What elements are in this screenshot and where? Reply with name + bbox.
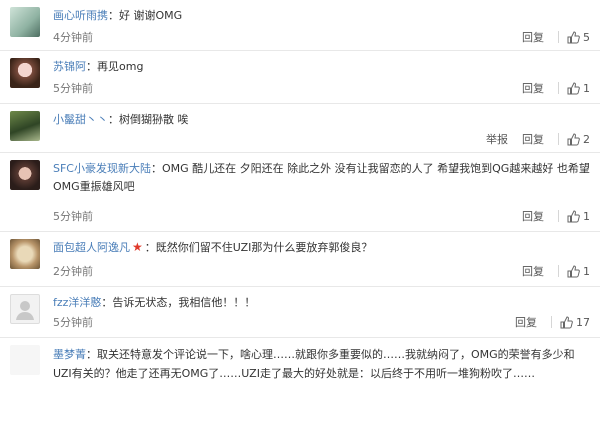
- colon: ：: [101, 296, 113, 309]
- comment-actions: 回复 1: [522, 263, 590, 279]
- timestamp: 5分钟前: [53, 210, 93, 223]
- colon: ：: [108, 113, 119, 126]
- comment-item: fzz洋洋憨：告诉无状态，我相信他！！！ 5分钟前 回复 17: [0, 287, 600, 338]
- divider: [551, 316, 552, 328]
- thumbs-up-icon: [567, 81, 580, 94]
- divider: [558, 210, 559, 222]
- comment-text: 再见omg: [97, 60, 144, 73]
- reply-link[interactable]: 回复: [515, 314, 537, 330]
- avatar[interactable]: [10, 111, 40, 141]
- like-button[interactable]: 5: [567, 31, 590, 44]
- username-link[interactable]: 小鬣甜丶丶: [53, 113, 108, 126]
- like-count: 17: [576, 315, 590, 329]
- comment-item: SFC小豪发现新大陆：OMG 酷儿还在 夕阳还在 除此之外 没有让我留恋的人了 …: [0, 153, 600, 232]
- star-icon: ★: [132, 240, 143, 254]
- like-count: 2: [583, 132, 590, 146]
- avatar[interactable]: [10, 294, 40, 324]
- reply-link[interactable]: 回复: [522, 80, 544, 96]
- thumbs-up-icon: [567, 30, 580, 43]
- avatar[interactable]: [10, 345, 40, 375]
- colon: ：: [151, 162, 162, 175]
- timestamp: 5分钟前: [53, 82, 93, 95]
- username-link[interactable]: 画心听雨携: [53, 9, 108, 22]
- thumbs-up-icon: [560, 315, 573, 328]
- like-count: 1: [583, 264, 590, 278]
- comment-item: 画心听雨携：好 谢谢OMG 4分钟前 回复 5: [0, 0, 600, 51]
- report-link[interactable]: 举报: [486, 131, 508, 147]
- timestamp: 5分钟前: [53, 316, 93, 329]
- timestamp: 2分钟前: [53, 265, 93, 278]
- comment-item: 小鬣甜丶丶：树倒猢狲散 唉 举报 回复 2: [0, 104, 600, 153]
- like-button[interactable]: 1: [567, 265, 590, 278]
- divider: [558, 133, 559, 145]
- divider: [558, 82, 559, 94]
- avatar[interactable]: [10, 7, 40, 37]
- divider: [558, 31, 559, 43]
- comment-text: 告诉无状态，我相信他！！！: [112, 296, 256, 309]
- avatar[interactable]: [10, 160, 40, 190]
- comment-actions: 回复 1: [522, 80, 590, 96]
- comment-item: 墨梦菁：取关还特意发个评论说一下，啥心理……就跟你多重要似的……我就纳闷了，OM…: [0, 338, 600, 430]
- username-link[interactable]: SFC小豪发现新大陆: [53, 162, 151, 175]
- comment-list: 画心听雨携：好 谢谢OMG 4分钟前 回复 5 苏锦阿：再见omg 5分钟前 回…: [0, 0, 600, 430]
- comment-item: 苏锦阿：再见omg 5分钟前 回复 1: [0, 51, 600, 104]
- username-link[interactable]: fzz洋洋憨: [53, 296, 101, 309]
- username-link[interactable]: 墨梦菁: [53, 348, 86, 361]
- like-count: 1: [583, 81, 590, 95]
- thumbs-up-icon: [567, 264, 580, 277]
- timestamp: 4分钟前: [53, 31, 93, 44]
- comment-actions: 回复 17: [515, 314, 590, 330]
- comment-text: 树倒猢狲散 唉: [119, 113, 189, 126]
- avatar[interactable]: [10, 239, 40, 269]
- comment-text: 既然你们留不住UZI那为什么要放弃郭俊良？: [155, 241, 373, 254]
- comment-item: 面包超人阿逸凡 ★ ：既然你们留不住UZI那为什么要放弃郭俊良？ 2分钟前 回复 1: [0, 232, 600, 287]
- like-button[interactable]: 17: [560, 316, 590, 329]
- like-count: 1: [583, 209, 590, 223]
- like-button[interactable]: 1: [567, 210, 590, 223]
- comment-actions: 举报 回复 2: [486, 131, 590, 147]
- divider: [558, 265, 559, 277]
- reply-link[interactable]: 回复: [522, 29, 544, 45]
- comment-text: 取关还特意发个评论说一下，啥心理……就跟你多重要似的……我就纳闷了，OMG的荣誉…: [53, 348, 575, 380]
- reply-link[interactable]: 回复: [522, 131, 544, 147]
- comment-actions: 回复 1: [522, 208, 590, 224]
- colon: ：: [108, 9, 119, 22]
- avatar[interactable]: [10, 58, 40, 88]
- colon: ：: [86, 348, 97, 361]
- reply-link[interactable]: 回复: [522, 263, 544, 279]
- comment-actions: 回复 5: [522, 29, 590, 45]
- like-count: 5: [583, 30, 590, 44]
- thumbs-up-icon: [567, 209, 580, 222]
- colon: ：: [144, 241, 156, 254]
- comment-text: 好 谢谢OMG: [119, 9, 183, 22]
- colon: ：: [86, 60, 97, 73]
- like-button[interactable]: 2: [567, 133, 590, 146]
- default-avatar-icon: [16, 301, 34, 320]
- thumbs-up-icon: [567, 132, 580, 145]
- username-link[interactable]: 苏锦阿: [53, 60, 86, 73]
- reply-link[interactable]: 回复: [522, 208, 544, 224]
- like-button[interactable]: 1: [567, 82, 590, 95]
- username-link[interactable]: 面包超人阿逸凡: [53, 241, 130, 254]
